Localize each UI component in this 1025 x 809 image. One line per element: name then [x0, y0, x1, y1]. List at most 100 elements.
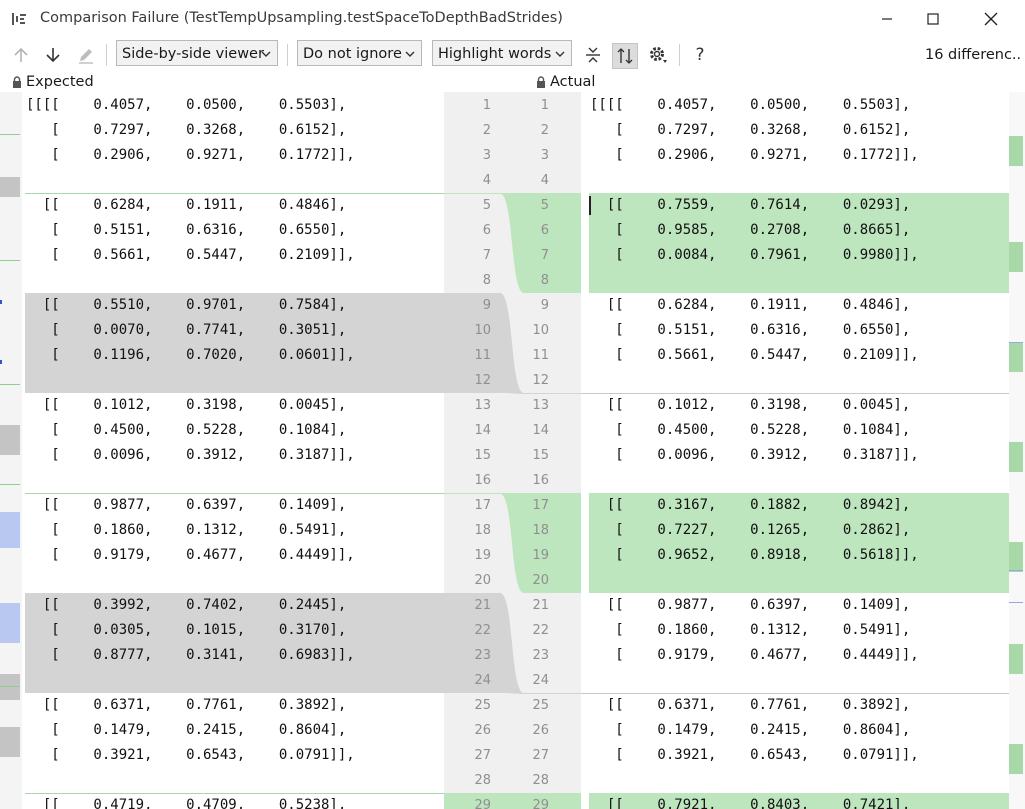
line-number: 25 [474, 698, 491, 713]
minimize-button[interactable] [864, 0, 910, 38]
line-number: 29 [474, 798, 491, 809]
code-line: [[ 0.5510, 0.9701, 0.7584], [26, 297, 347, 313]
line-number: 22 [532, 623, 549, 638]
code-line: [[ 0.1012, 0.3198, 0.0045], [590, 397, 911, 413]
toolbar-separator [287, 44, 288, 66]
line-number: 1 [540, 98, 549, 113]
line-number: 11 [474, 348, 491, 363]
line-number: 25 [532, 698, 549, 713]
maximize-button[interactable] [910, 0, 956, 38]
line-number: 5 [482, 198, 491, 213]
next-difference-icon[interactable] [42, 44, 64, 66]
line-number: 18 [474, 523, 491, 538]
code-line: [ 0.0305, 0.1015, 0.3170], [26, 622, 347, 638]
viewer-mode-select[interactable]: Side-by-side viewer [116, 40, 278, 66]
diff-icon [11, 11, 27, 27]
change-marker [0, 674, 20, 700]
chevron-down-icon [405, 51, 415, 57]
line-number: 16 [532, 473, 549, 488]
line-number: 11 [532, 348, 549, 363]
expected-header: Expected [12, 72, 94, 92]
code-line: [[ 0.9877, 0.6397, 0.1409], [26, 497, 347, 513]
line-number: 17 [474, 498, 491, 513]
code-line: [ 0.7297, 0.3268, 0.6152], [590, 122, 911, 138]
code-line: [ 0.1196, 0.7020, 0.0601]], [26, 347, 355, 363]
line-number: 19 [532, 548, 549, 563]
actual-label: Actual [550, 74, 596, 90]
line-number: 27 [532, 748, 549, 763]
line-number: 20 [474, 573, 491, 588]
highlight-mode-label: Highlight words [438, 46, 552, 62]
line-number: 26 [532, 723, 549, 738]
change-marker [1009, 744, 1023, 774]
window-title: Comparison Failure (TestTempUpsampling.t… [40, 10, 563, 26]
actual-editor[interactable]: [[[[ 0.4057, 0.0500, 0.5503], [ 0.7297, … [581, 92, 1009, 809]
ignore-whitespace-select[interactable]: Do not ignore [297, 40, 422, 66]
line-number: 2 [482, 123, 491, 138]
code-line: [ 0.1479, 0.2415, 0.8604], [590, 722, 911, 738]
line-number: 8 [482, 273, 491, 288]
line-number: 24 [474, 673, 491, 688]
lock-icon [13, 76, 21, 88]
line-number: 2 [540, 123, 549, 138]
viewer-mode-label: Side-by-side viewer [122, 46, 264, 62]
previous-difference-icon[interactable] [10, 44, 32, 66]
change-marker [0, 360, 2, 364]
toolbar-separator [106, 44, 107, 66]
line-number: 29 [532, 798, 549, 809]
code-line: [ 0.7297, 0.3268, 0.6152], [26, 122, 347, 138]
right-scrollbar[interactable] [1009, 92, 1025, 809]
difference-count: 16 differenc... [925, 47, 1021, 63]
collapse-unchanged-icon[interactable] [582, 44, 604, 66]
chevron-down-icon [555, 51, 565, 57]
highlight-mode-select[interactable]: Highlight words [432, 40, 572, 66]
line-number: 4 [482, 173, 491, 188]
line-number: 17 [532, 498, 549, 513]
code-line: [[ 0.6371, 0.7761, 0.3892], [26, 697, 347, 713]
help-button[interactable]: ? [689, 44, 711, 66]
line-number: 22 [474, 623, 491, 638]
line-number: 10 [532, 323, 549, 338]
change-marker [0, 425, 20, 455]
change-marker [0, 603, 20, 643]
code-line: [ 0.1860, 0.1312, 0.5491], [590, 622, 911, 638]
change-marker [0, 260, 20, 261]
left-scrollbar-gutter[interactable] [0, 92, 22, 809]
code-line: [ 0.8777, 0.3141, 0.6983]], [26, 647, 355, 663]
expected-label: Expected [26, 74, 94, 90]
change-marker [0, 686, 20, 687]
gear-icon[interactable] [647, 44, 669, 66]
code-line: [ 0.3921, 0.6543, 0.0791]], [590, 747, 919, 763]
expected-editor[interactable]: [[[[ 0.4057, 0.0500, 0.5503], [ 0.7297, … [22, 92, 444, 809]
line-number: 23 [532, 648, 549, 663]
code-line: [ 0.2906, 0.9271, 0.1772]], [26, 147, 355, 163]
ignore-whitespace-label: Do not ignore [303, 46, 402, 62]
change-marker [1009, 542, 1023, 572]
line-number: 15 [474, 448, 491, 463]
code-line: [ 0.5151, 0.6316, 0.6550], [590, 322, 911, 338]
code-line: [ 0.3921, 0.6543, 0.0791]], [26, 747, 355, 763]
line-number-gutter: 1 2 3 4 5 6 7 8 9 10 11 12 13 14 15 16 17 18 19 20 21 22 23 24 2… [444, 92, 581, 809]
code-line: [[ 0.1012, 0.3198, 0.0045], [26, 397, 347, 413]
edit-source-icon[interactable] [75, 44, 97, 66]
sync-scroll-icon[interactable] [612, 43, 638, 69]
code-line: [ 0.9179, 0.4677, 0.4449]], [26, 547, 355, 563]
line-number: 8 [540, 273, 549, 288]
line-number: 20 [532, 573, 549, 588]
close-button[interactable] [968, 0, 1014, 38]
line-number: 7 [482, 248, 491, 263]
code-line: [ 0.9179, 0.4677, 0.4449]], [590, 647, 919, 663]
code-line: [ 0.5661, 0.5447, 0.2109]], [26, 247, 355, 263]
code-line: [[ 0.7921, 0.8403, 0.7421], [590, 797, 911, 809]
line-number: 28 [474, 773, 491, 788]
line-number: 3 [482, 148, 491, 163]
line-number: 14 [532, 423, 549, 438]
code-line: [ 0.9585, 0.2708, 0.8665], [590, 222, 911, 238]
line-number: 7 [540, 248, 549, 263]
line-number: 18 [532, 523, 549, 538]
change-marker [1009, 342, 1023, 372]
line-number: 23 [474, 648, 491, 663]
line-number: 21 [474, 598, 491, 613]
code-line: [ 0.2906, 0.9271, 0.1772]], [590, 147, 919, 163]
code-line: [[ 0.4719, 0.4709, 0.5238], [26, 797, 347, 809]
